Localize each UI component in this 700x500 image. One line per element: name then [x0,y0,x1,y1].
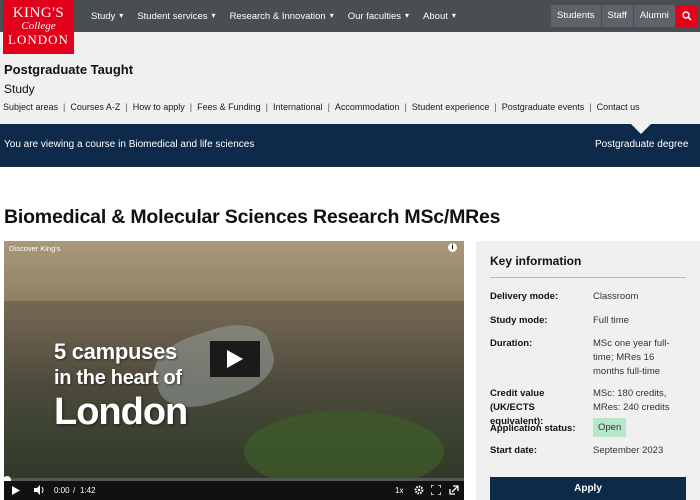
study-mode-label: Study mode: [490,315,548,326]
video-time-separator: / [73,486,76,495]
key-information-panel: Key information Delivery mode: Classroom… [476,241,700,500]
video-player[interactable]: Discover King's i 5 campuses in the hear… [4,241,464,500]
chevron-down-icon: ▾ [329,10,334,20]
video-title: Discover King's [9,244,61,253]
application-status-badge: Open [593,418,627,437]
info-icon[interactable]: i [448,243,457,252]
fullscreen-icon[interactable] [431,485,441,495]
link-courses-az[interactable]: Courses A-Z [70,102,120,112]
link-international[interactable]: International [273,102,323,112]
chevron-down-icon: ▾ [211,10,216,20]
video-overlay-line-1: 5 campuses [54,339,177,364]
section-subtitle: Study [4,82,35,96]
start-date-value: September 2023 [593,445,664,456]
delivery-mode-value: Classroom [593,291,639,302]
search-button[interactable] [676,5,698,27]
search-icon [682,11,692,21]
delivery-mode-label: Delivery mode: [490,291,559,302]
start-date-label: Start date: [490,445,537,456]
section-title[interactable]: Postgraduate Taught [4,62,133,77]
audience-nav: Students Staff Alumni [551,5,676,27]
nav-item-about[interactable]: About ▾ [423,11,456,22]
section-links: Subject areas | Courses A-Z | How to apply… [3,102,640,112]
top-navigation: Study ▾ Student services ▾ Research & Inno… [0,0,700,32]
video-overlay-line-2: in the heart of [54,367,182,389]
key-information-title: Key information [490,254,582,268]
play-icon[interactable] [12,486,20,495]
playback-speed-button[interactable]: 1x [395,486,403,495]
divider [490,277,686,278]
application-status-label: Application status: [490,423,576,434]
course-context-banner: You are viewing a course in Biomedical a… [0,124,700,167]
audience-staff-link[interactable]: Staff [601,5,634,27]
duration-label: Duration: [490,338,533,349]
link-postgraduate-events[interactable]: Postgraduate events [502,102,585,112]
link-accommodation[interactable]: Accommodation [335,102,400,112]
logo-line-2: College [21,20,56,32]
chevron-down-icon: ▾ [451,10,456,20]
chevron-down-icon: ▾ [405,10,410,20]
nav-item-study[interactable]: Study ▾ [91,11,123,22]
chevron-down-icon: ▾ [119,10,124,20]
audience-alumni-link[interactable]: Alumni [633,5,676,27]
course-title: Biomedical & Molecular Sciences Research… [4,206,501,228]
play-button[interactable] [210,341,260,377]
gear-icon[interactable] [414,485,424,495]
banner-text: You are viewing a course in Biomedical a… [4,139,255,150]
study-mode-value: Full time [593,315,629,326]
link-fees-funding[interactable]: Fees & Funding [197,102,261,112]
nav-item-faculties[interactable]: Our faculties ▾ [348,11,409,22]
link-student-experience[interactable]: Student experience [412,102,490,112]
video-overlay-line-3: London [54,391,188,433]
popout-icon[interactable] [449,485,459,495]
video-current-time: 0:00 [54,486,70,495]
video-frame-sky [4,241,464,301]
volume-icon[interactable] [34,485,45,495]
kings-college-logo[interactable]: KING'S College LONDON [3,0,74,54]
nav-item-research[interactable]: Research & Innovation ▾ [230,11,334,22]
apply-button[interactable]: Apply [490,477,686,500]
link-subject-areas[interactable]: Subject areas [3,102,58,112]
logo-line-3: LONDON [8,32,69,47]
logo-line-1: KING'S [12,5,65,21]
banner-notch [631,124,651,134]
audience-students-link[interactable]: Students [551,5,602,27]
degree-type-tag: Postgraduate degree [595,139,689,150]
video-duration: 1:42 [80,486,96,495]
nav-item-student-services[interactable]: Student services ▾ [137,11,215,22]
link-contact-us[interactable]: Contact us [597,102,640,112]
credit-value-value: MSc: 180 credits, MRes: 240 credits [593,388,670,413]
link-how-to-apply[interactable]: How to apply [133,102,185,112]
main-nav: Study ▾ Student services ▾ Research & Inno… [91,0,470,32]
play-icon [227,350,243,368]
duration-value: MSc one year full-time; MRes 16 months f… [593,338,670,377]
